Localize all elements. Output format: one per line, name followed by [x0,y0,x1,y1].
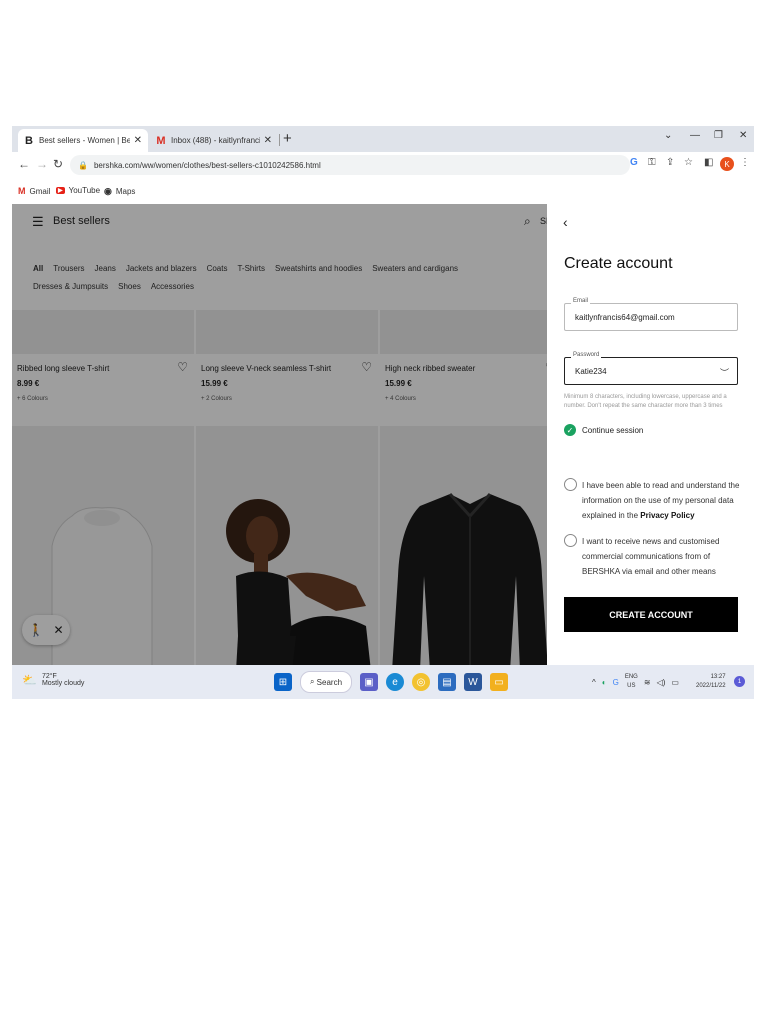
file-explorer-icon[interactable]: ▭ [490,673,508,691]
email-value[interactable]: kaitlynfrancis64@gmail.com [575,313,675,322]
tab-divider [279,134,280,146]
key-icon[interactable]: ⚿ [648,157,656,168]
store-icon[interactable]: ▤ [438,673,456,691]
news-consent: I want to receive news and customised co… [564,534,744,579]
youtube-icon: ▶ [56,187,65,194]
menu-kebab-icon[interactable]: ⋮ [740,157,750,168]
tab-strip: B Best sellers - Women | Bershka ✕ M Inb… [12,126,754,152]
tab-title: Best sellers - Women | Bershka [39,136,130,145]
profile-avatar[interactable]: K [720,157,734,171]
bookmark-gmail[interactable]: M Gmail [18,186,50,196]
check-icon[interactable]: ✓ [564,424,576,436]
google-drive-icon[interactable]: G [613,678,619,687]
bershka-favicon-icon: B [25,134,33,147]
page-overlay[interactable] [12,204,547,665]
back-arrow-icon[interactable]: ← [18,157,30,171]
taskbar-search-label: Search [316,677,343,687]
maps-icon: ◉ [104,186,112,196]
taskbar-apps: ⊞ ⌕ Search ▣ e ◎ ▤ W ▭ [274,671,508,693]
google-icon[interactable]: G [630,157,638,168]
bookmark-maps[interactable]: ◉ Maps [104,186,135,197]
word-icon[interactable]: W [464,673,482,691]
privacy-policy-link[interactable]: Privacy Policy [640,511,694,520]
side-panel-icon[interactable]: ◧ [704,157,713,168]
tab-title: Inbox (488) - kaitlynfrancis64@g [171,136,260,145]
clock-time: 13:27 [710,674,726,680]
news-radio[interactable] [564,534,577,547]
back-chevron-icon[interactable]: ‹ [563,214,568,230]
address-bar[interactable]: 🔒 bershka.com/ww/women/clothes/best-sell… [70,155,630,175]
tab-search-chevron-icon[interactable]: ⌄ [664,130,672,141]
security-icon[interactable]: ◐ [602,678,607,687]
weather-widget[interactable]: ⛅ 72°F Mostly cloudy [22,673,84,687]
weather-temp: 72°F [41,673,57,680]
close-tab-icon[interactable]: ✕ [264,135,272,146]
password-hint: Minimum 8 characters, including lowercas… [564,394,727,409]
browser-toolbar: ← → ↻ 🔒 bershka.com/ww/women/clothes/bes… [12,152,754,178]
url-text: bershka.com/ww/women/clothes/best-seller… [93,160,321,170]
clock-date: 2022/11/22 [696,683,726,689]
lock-icon: 🔒 [78,160,88,170]
chevron-up-icon[interactable]: ^ [592,678,596,687]
reload-icon[interactable]: ↻ [53,157,63,171]
email-field[interactable]: Email kaitlynfrancis64@gmail.com [564,298,738,331]
bookmark-star-icon[interactable]: ☆ [684,157,693,168]
notification-badge[interactable]: 1 [734,676,745,687]
news-consent-text: I want to receive news and customised co… [582,537,720,576]
close-tab-icon[interactable]: ✕ [134,135,142,146]
weather-desc: Mostly cloudy [41,680,85,687]
lang-bottom: US [627,683,636,689]
email-label: Email [571,298,591,304]
password-label: Password [571,352,602,358]
language-indicator[interactable]: ENG US [625,673,638,691]
new-tab-icon[interactable]: + [283,130,292,147]
bookmarks-bar: M Gmail ▶ YouTube ◉ Maps [12,178,754,204]
windows-taskbar: ⛅ 72°F Mostly cloudy ⊞ ⌕ Search ▣ e ◎ ▤ … [12,665,754,699]
tab-gmail[interactable]: M Inbox (488) - kaitlynfrancis64@g ✕ [150,129,278,152]
clock[interactable]: 13:27 2022/11/22 [696,673,726,691]
taskbar-search[interactable]: ⌕ Search [300,671,352,693]
create-account-panel: ‹ Create account Email kaitlynfrancis64@… [547,204,754,665]
privacy-consent: I have been able to read and understand … [564,478,744,523]
panel-title: Create account [564,255,673,272]
restore-icon[interactable]: ❐ [714,130,723,141]
share-icon[interactable]: ⇪ [666,157,674,168]
privacy-radio[interactable] [564,478,577,491]
chrome-icon[interactable]: ◎ [412,673,430,691]
close-window-icon[interactable]: ✕ [739,130,747,141]
create-account-button[interactable]: CREATE ACCOUNT [564,597,738,632]
bookmark-label: Maps [115,187,136,196]
minimize-icon[interactable]: — [690,130,700,141]
edge-icon[interactable]: e [386,673,404,691]
screen: B Best sellers - Women | Bershka ✕ M Inb… [12,126,754,699]
password-field[interactable]: Password Katie234 ︶ [564,352,738,385]
windows-start-icon[interactable]: ⊞ [274,673,292,691]
volume-icon[interactable]: ◁) [657,678,666,687]
system-tray: ^ ◐ G ENG US ≋ ◁) ▭ [592,673,679,691]
gmail-icon: M [18,186,26,196]
bookmark-youtube[interactable]: ▶ YouTube [56,186,100,195]
lang-top: ENG [624,674,638,680]
weather-sun-icon: ⛅ [22,673,37,687]
hide-password-icon[interactable]: ︶ [720,366,729,379]
continue-session-label: Continue session [582,425,644,435]
tab-bershka[interactable]: B Best sellers - Women | Bershka ✕ [18,129,148,152]
teams-icon[interactable]: ▣ [360,673,378,691]
continue-session-checkbox[interactable]: ✓ Continue session [564,424,643,436]
wifi-icon[interactable]: ≋ [644,678,651,687]
gmail-favicon-icon: M [156,134,166,147]
web-page: ☰ Best sellers ⌕ SE All Trousers Jeans Jack… [12,204,754,665]
battery-icon[interactable]: ▭ [671,678,679,687]
bookmark-label: Gmail [29,186,51,196]
forward-arrow-icon[interactable]: → [36,157,48,171]
bookmark-label: YouTube [68,186,101,195]
password-value[interactable]: Katie234 [575,367,607,376]
